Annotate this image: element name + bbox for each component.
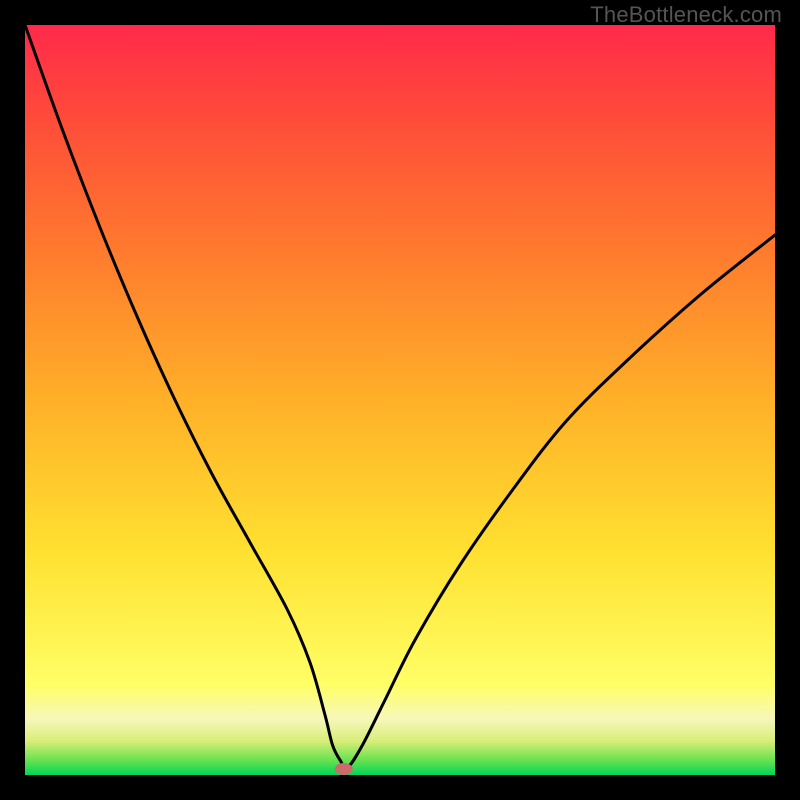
min-marker <box>335 763 353 775</box>
bottleneck-chart <box>0 0 800 800</box>
watermark-text: TheBottleneck.com <box>590 2 782 28</box>
plot-background <box>25 25 775 775</box>
chart-frame: TheBottleneck.com <box>0 0 800 800</box>
